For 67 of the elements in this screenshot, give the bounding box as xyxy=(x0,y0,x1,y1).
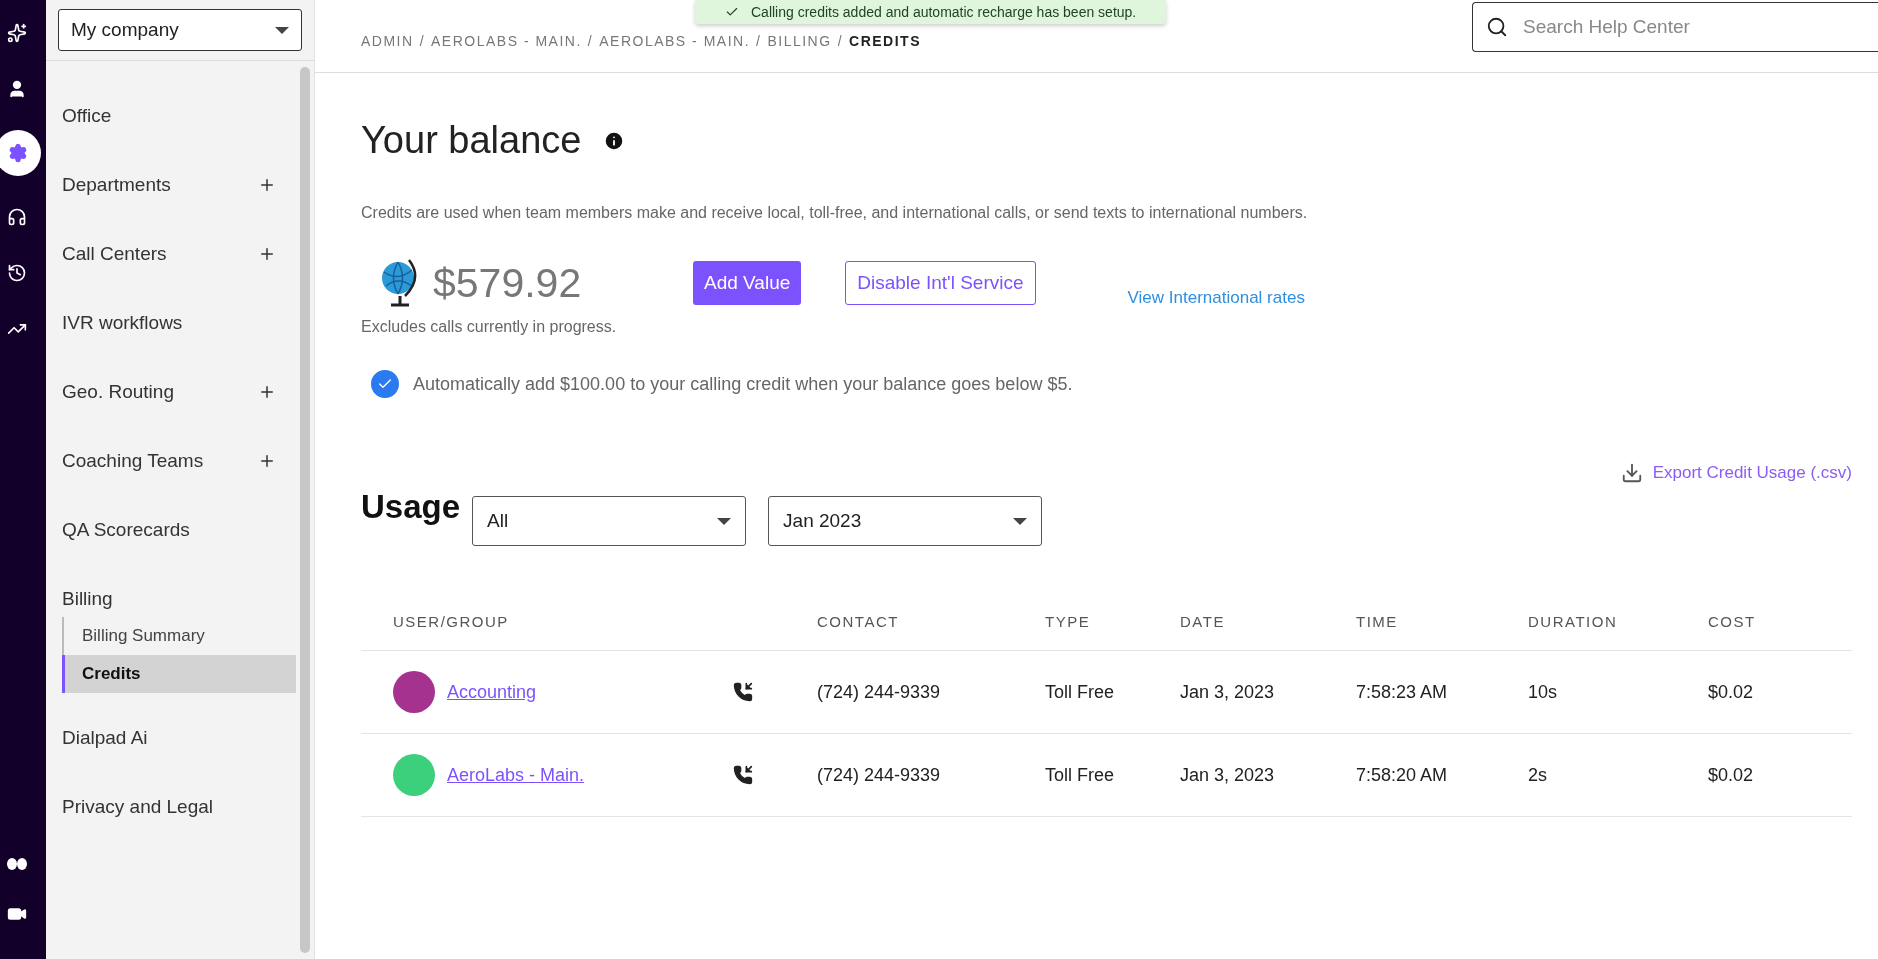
globe-icon xyxy=(379,258,419,308)
breadcrumb-separator: / xyxy=(419,33,425,49)
column-header: USER/GROUP xyxy=(393,612,510,630)
section-title: Usage xyxy=(361,488,461,523)
table-cell-text: Toll Free xyxy=(1045,764,1116,786)
column-header: TYPE xyxy=(1045,612,1092,630)
breadcrumb-item: CREDITS xyxy=(849,33,921,49)
column-header: DURATION xyxy=(1528,612,1619,630)
balance-amount: $579.92 xyxy=(433,259,583,307)
user-link[interactable]: AeroLabs - Main. xyxy=(447,764,721,786)
user-link[interactable]: Accounting xyxy=(447,681,721,703)
column-header: DATE xyxy=(1180,612,1226,630)
column-header: CONTACT xyxy=(817,612,900,630)
logo-icon[interactable] xyxy=(7,857,27,871)
filter-select[interactable]: All xyxy=(472,496,747,546)
table-cell-text: (724) 244-9339 xyxy=(817,764,942,786)
sidebar-item[interactable]: QA Scorecards xyxy=(62,518,190,541)
table-cell-text: $0.02 xyxy=(1708,681,1755,703)
phone-icon xyxy=(733,765,753,785)
table-cell-text: 2s xyxy=(1528,764,1548,786)
sidebar-item[interactable]: Dialpad Ai xyxy=(62,726,148,749)
download-icon[interactable] xyxy=(1620,462,1643,484)
month-select[interactable]: Jan 2023 xyxy=(768,496,1043,546)
sidebar-item[interactable]: Coaching Teams xyxy=(62,449,204,472)
table-cell-text: Jan 3, 2023 xyxy=(1180,681,1276,703)
breadcrumb-separator: / xyxy=(756,33,762,49)
toast-message: Calling credits added and automatic recharge has been setup. xyxy=(751,4,1137,20)
table-cell-text: 7:58:23 AM xyxy=(1356,681,1449,703)
scrollbar[interactable] xyxy=(300,67,310,953)
table-cell-text: Toll Free xyxy=(1045,681,1116,703)
table-cell-text: 7:58:20 AM xyxy=(1356,764,1449,786)
sidebar-item[interactable]: Privacy and Legal xyxy=(62,795,214,818)
breadcrumb-separator: / xyxy=(587,33,594,49)
rates-link[interactable]: View International rates xyxy=(1127,288,1305,308)
table-cell-text: 10s xyxy=(1528,681,1559,703)
sidebar-item[interactable]: IVR workflows xyxy=(62,311,183,334)
add-value-button[interactable]: Add Value xyxy=(693,261,802,305)
breadcrumb-separator: / xyxy=(837,33,843,49)
disable-service-button[interactable]: Disable Int'l Service xyxy=(845,261,1036,305)
table-cell-text: $0.02 xyxy=(1708,764,1755,786)
company-select[interactable]: My company xyxy=(58,9,302,51)
table-cell-text: Jan 3, 2023 xyxy=(1180,764,1276,786)
auto-recharge-checkbox[interactable] xyxy=(371,370,399,398)
column-header: COST xyxy=(1708,612,1757,630)
sidebar-item[interactable]: Call Centers xyxy=(62,242,167,265)
search-field[interactable]: Search Help Center xyxy=(1472,2,1878,52)
column-header: TIME xyxy=(1356,612,1399,630)
breadcrumb-item[interactable]: BILLING xyxy=(767,33,832,49)
note-text: Excludes calls currently in progress. xyxy=(361,318,618,336)
table-cell-text: (724) 244-9339 xyxy=(817,681,942,703)
check-icon xyxy=(725,5,739,19)
export-link[interactable]: Export Credit Usage (.csv) xyxy=(1652,463,1852,483)
breadcrumb-item[interactable]: AEROLABS - MAIN. xyxy=(599,33,751,49)
sidebar-subitem[interactable]: Credits xyxy=(62,655,296,693)
breadcrumb-item[interactable]: ADMIN xyxy=(361,33,414,49)
sidebar-item[interactable]: Office xyxy=(62,104,112,127)
page-title: Your balance xyxy=(361,119,582,162)
sidebar-item[interactable]: Billing xyxy=(62,587,113,610)
phone-icon xyxy=(733,682,753,702)
sidebar-item[interactable]: Geo. Routing xyxy=(62,380,174,403)
settings-icon[interactable] xyxy=(0,130,41,176)
sidebar-subitem[interactable]: Billing Summary xyxy=(62,617,296,655)
description-text: Credits are used when team members make and receive local, toll-free, and international calls, or send texts to international numbers. xyxy=(361,204,1309,222)
info-icon[interactable] xyxy=(603,129,626,152)
auto-recharge-label: Automatically add $100.00 to your calling credit when your balance goes below $5. xyxy=(413,373,1073,395)
sidebar-item[interactable]: Departments xyxy=(62,173,171,196)
breadcrumb-item[interactable]: AEROLABS - MAIN. xyxy=(431,33,582,49)
